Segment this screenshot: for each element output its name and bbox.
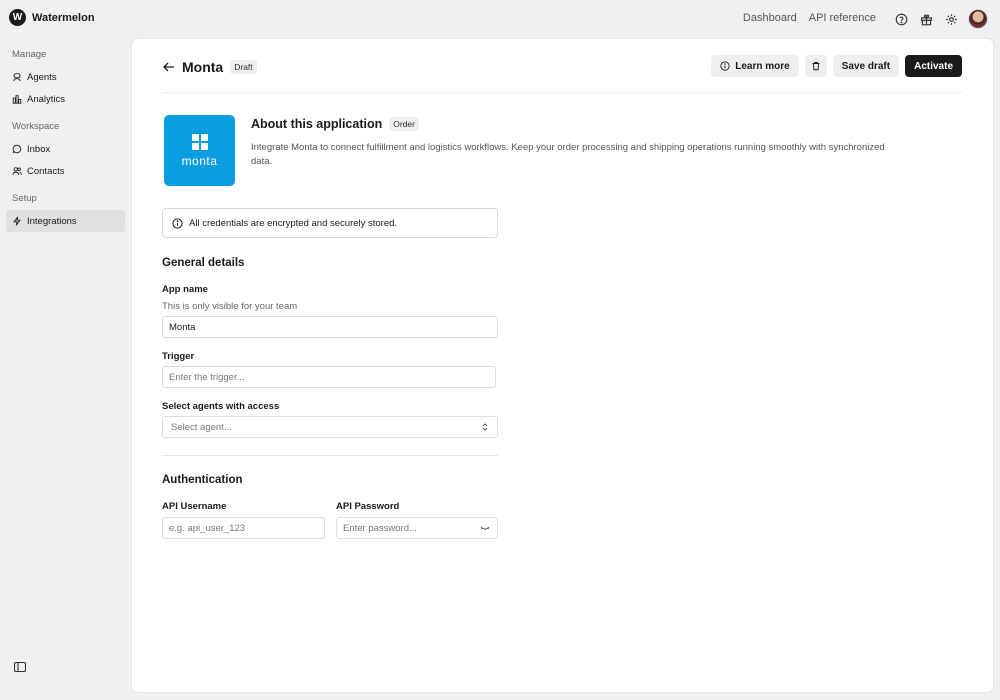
general-details-title: General details [162, 257, 245, 269]
notice-text: All credentials are encrypted and secure… [189, 217, 398, 229]
top-bar: W Watermelon Dashboard API reference [0, 0, 1000, 38]
main-panel: Monta Draft Learn more Save draft Activa… [131, 38, 994, 693]
monta-logo: monta [164, 115, 235, 186]
agents-icon [13, 73, 21, 82]
sidebar-item-inbox[interactable]: Inbox [6, 138, 125, 160]
delete-button[interactable] [804, 55, 827, 77]
sidebar-item-integrations[interactable]: Integrations [6, 210, 125, 232]
inbox-icon [12, 144, 22, 154]
api-password-label: API Password [336, 501, 400, 512]
learn-more-label: Learn more [735, 60, 790, 72]
watermelon-logo: W [9, 9, 26, 26]
back-arrow-icon[interactable] [162, 60, 176, 74]
section-divider [162, 455, 498, 456]
agent-select-placeholder: Select agent... [171, 421, 232, 433]
monta-wordmark: monta [181, 153, 218, 168]
page-header: Monta Draft Learn more Save draft Activa… [162, 55, 962, 79]
sidebar-item-label: Contacts [27, 165, 65, 177]
sidebar-item-agents[interactable]: Agents [6, 66, 125, 88]
analytics-icon [12, 95, 22, 104]
agent-select[interactable]: Select agent... [162, 416, 498, 438]
activate-button[interactable]: Activate [905, 55, 962, 77]
category-badge: Order [389, 117, 419, 131]
sidebar-item-label: Integrations [27, 215, 77, 227]
info-icon [172, 217, 183, 229]
api-password-placeholder: Enter password... [343, 522, 417, 534]
trigger-input[interactable]: Enter the trigger... [162, 366, 496, 388]
top-links: Dashboard API reference [743, 12, 876, 24]
gift-icon[interactable] [918, 11, 934, 27]
api-username-input[interactable]: e.g. api_user_123 [162, 517, 325, 539]
sidebar-item-label: Analytics [27, 93, 66, 105]
about-section: About this application Order Integrate M… [251, 117, 891, 169]
api-password-input[interactable]: Enter password... [336, 517, 498, 539]
authentication-title: Authentication [162, 474, 243, 486]
about-description: Integrate Monta to connect fulfillment a… [251, 142, 885, 167]
top-icons [893, 9, 988, 29]
sidebar-toggle-icon[interactable] [14, 662, 26, 672]
app-name-input[interactable]: Monta [162, 316, 498, 338]
sidebar: Manage Agents Analytics Workspace Inbox … [0, 38, 131, 700]
save-draft-button[interactable]: Save draft [832, 55, 900, 77]
app-name-helper: This is only visible for your team [162, 301, 298, 312]
api-reference-link[interactable]: API reference [809, 12, 876, 24]
agents-label: Select agents with access [162, 401, 280, 412]
section-manage: Manage [12, 49, 47, 60]
header-divider [162, 92, 962, 93]
eye-closed-icon[interactable] [480, 523, 490, 533]
page-title: Monta [182, 59, 224, 75]
dashboard-link[interactable]: Dashboard [743, 12, 797, 24]
section-setup: Setup [12, 193, 37, 204]
encryption-notice: All credentials are encrypted and secure… [162, 208, 498, 238]
trash-icon [812, 62, 820, 71]
integrations-icon [13, 216, 21, 226]
monta-logo-mark [191, 133, 208, 150]
about-title: About this application [251, 117, 383, 131]
sidebar-item-analytics[interactable]: Analytics [6, 88, 125, 110]
user-avatar[interactable] [968, 9, 988, 29]
trigger-label: Trigger [162, 351, 195, 362]
sidebar-item-contacts[interactable]: Contacts [6, 160, 125, 182]
sidebar-item-label: Agents [27, 71, 57, 83]
contacts-icon [12, 167, 22, 175]
info-icon [720, 61, 730, 71]
status-badge: Draft [230, 60, 257, 74]
learn-more-button[interactable]: Learn more [711, 55, 799, 77]
brand[interactable]: W Watermelon [9, 9, 95, 26]
section-workspace: Workspace [12, 121, 60, 132]
header-actions: Learn more Save draft Activate [711, 55, 962, 77]
sidebar-item-label: Inbox [27, 143, 51, 155]
brand-name: Watermelon [32, 11, 95, 24]
api-username-label: API Username [162, 501, 227, 512]
settings-icon[interactable] [943, 11, 959, 27]
chevron-up-down-icon [482, 423, 488, 431]
help-icon[interactable] [893, 11, 909, 27]
app-name-label: App name [162, 284, 208, 295]
